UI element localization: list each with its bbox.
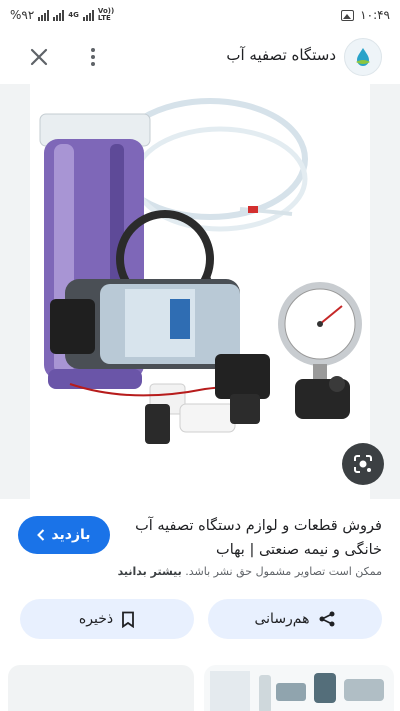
related-image-2[interactable] [204, 665, 394, 711]
share-button[interactable]: هم‌رسانی [208, 599, 382, 639]
save-label: ذخیره [78, 611, 114, 627]
share-label: هم‌رسانی [254, 611, 310, 627]
learn-more-link[interactable]: بیشتر بدانید [118, 565, 182, 578]
share-icon [319, 611, 335, 627]
visit-label: بازدید [51, 527, 91, 543]
chevron-left-icon [37, 529, 45, 541]
product-image[interactable] [30, 84, 370, 499]
bookmark-icon [122, 611, 134, 628]
close-button[interactable] [26, 44, 52, 70]
status-bar: %۹۲ 4G Vo)) LTE ۱۰:۴۹ [0, 0, 400, 30]
more-options-button[interactable] [82, 44, 104, 70]
clock: ۱۰:۴۹ [360, 8, 390, 22]
image-viewer[interactable] [0, 84, 400, 499]
signal-icon-2 [53, 9, 65, 21]
status-right: ۱۰:۴۹ [341, 8, 390, 22]
signal-icon-3 [82, 9, 94, 21]
lens-button[interactable] [342, 443, 384, 485]
water-drop-icon [356, 48, 370, 66]
visit-button[interactable]: بازدید [18, 516, 110, 554]
volte-indicator: Vo)) LTE [98, 8, 114, 22]
related-thumbnail-image [210, 671, 384, 711]
site-logo[interactable] [344, 38, 382, 76]
image-caption-title[interactable]: فروش قطعات و لوازم دستگاه تصفیه آب خانگی… [117, 514, 382, 562]
status-left: %۹۲ 4G Vo)) LTE [10, 8, 114, 23]
copyright-notice: ممکن است تصاویر مشمول حق نشر باشد. بیشتر… [12, 565, 382, 578]
copyright-text: ممکن است تصاویر مشمول حق نشر باشد. [185, 565, 382, 578]
water-purifier-parts-image [39, 98, 362, 444]
lens-icon [354, 455, 372, 473]
close-icon [30, 48, 48, 66]
battery-text: %۹۲ [10, 8, 35, 22]
more-vert-icon [91, 48, 95, 52]
signal-icon [38, 9, 50, 21]
gallery-icon [341, 9, 355, 21]
viewer-header: دستگاه تصفیه آب [0, 36, 400, 78]
related-image-1[interactable] [8, 665, 194, 711]
save-button[interactable]: ذخیره [20, 599, 194, 639]
volte-bottom: LTE [97, 14, 111, 22]
network-type: 4G [68, 10, 79, 19]
site-title[interactable]: دستگاه تصفیه آب [226, 46, 336, 64]
